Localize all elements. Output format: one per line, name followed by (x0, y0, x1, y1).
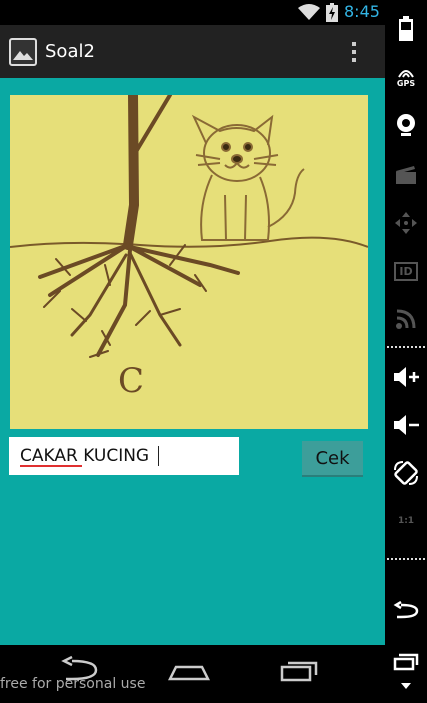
network-icon[interactable] (391, 304, 421, 334)
watermark-text: free for personal use (0, 676, 146, 692)
navigation-bar (0, 645, 385, 703)
volume-down-icon[interactable] (391, 410, 421, 440)
wifi-icon (298, 3, 320, 25)
scale-icon: 1:1 (397, 516, 415, 526)
app-title: Soal2 (45, 41, 95, 62)
scroll-down-icon[interactable] (391, 676, 421, 696)
gps-icon (398, 69, 414, 78)
overflow-menu-icon[interactable] (348, 39, 360, 65)
picture-letter: C (118, 361, 144, 401)
app-icon (9, 38, 37, 66)
battery-charging-icon (326, 3, 338, 26)
home-icon[interactable] (167, 655, 211, 687)
emulator-window: 8:45 Soal2 C CAKAR KUCING Cek free for p… (0, 0, 427, 703)
gps-button[interactable]: GPS (391, 62, 421, 92)
emulator-toolbar: GPS ID 1:1 (385, 0, 427, 703)
status-bar: 8:45 (0, 0, 385, 25)
webcam-icon[interactable] (391, 110, 421, 140)
recent-apps-icon[interactable] (280, 655, 320, 687)
cat-drawing (191, 114, 305, 241)
phone-screen: 8:45 Soal2 C CAKAR KUCING Cek free for p… (0, 0, 385, 703)
scale-button[interactable]: 1:1 (391, 506, 421, 536)
toolbar-divider (387, 346, 425, 348)
question-screen: C (0, 78, 385, 645)
rotate-icon[interactable] (391, 458, 421, 488)
question-picture: C (10, 95, 368, 429)
dpad-icon[interactable] (391, 208, 421, 238)
back-icon[interactable] (391, 596, 421, 626)
recent-apps-icon[interactable] (391, 646, 421, 676)
status-clock: 8:45 (344, 2, 380, 21)
device-id-button[interactable]: ID (391, 256, 421, 286)
spellcheck-underline (20, 465, 82, 467)
tree-drawing (38, 95, 240, 358)
screen-record-icon[interactable] (391, 160, 421, 190)
toolbar-divider (387, 558, 425, 560)
action-bar: Soal2 (0, 25, 385, 78)
gps-label: GPS (396, 78, 416, 88)
id-icon: ID (394, 261, 418, 281)
text-cursor (158, 446, 159, 466)
volume-up-icon[interactable] (391, 362, 421, 392)
battery-icon[interactable] (391, 14, 421, 44)
answer-input[interactable] (9, 437, 239, 475)
check-button[interactable]: Cek (302, 441, 363, 477)
